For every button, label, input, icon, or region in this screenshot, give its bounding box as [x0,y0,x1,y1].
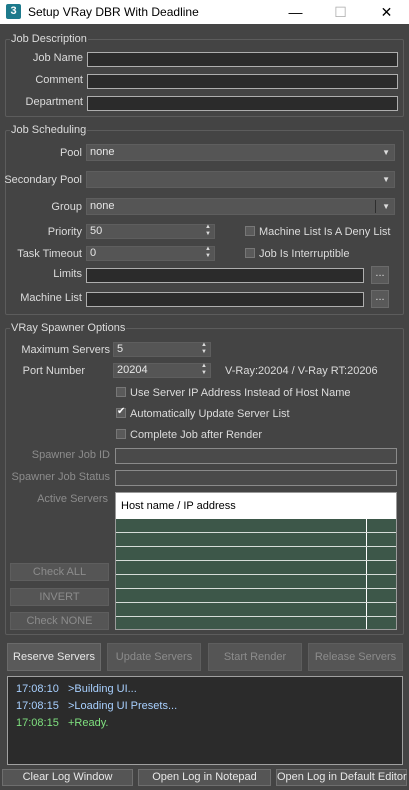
task-timeout-value: 0 [90,247,97,259]
chevron-down-icon: ▼ [382,202,390,211]
group-label: Group [51,201,82,213]
limits-browse-button[interactable]: ... [371,266,389,284]
priority-label: Priority [47,226,82,238]
machine-list-deny-label: Machine List Is A Deny List [259,226,391,238]
comment-input[interactable] [87,74,398,89]
complete-after-checkbox[interactable]: Complete Job after Render [116,429,262,441]
secondary-pool-dropdown[interactable]: ▼ [86,171,395,188]
port-info-text: V-Ray:20204 / V-Ray RT:20206 [225,365,378,377]
job-description-title: Job Description [10,33,88,45]
active-servers-table[interactable]: Host name / IP address [115,492,397,630]
release-servers-button[interactable]: Release Servers [308,643,403,671]
table-row[interactable] [116,546,396,547]
group-value: none [90,200,115,212]
auto-update-checkbox[interactable]: ✔ Automatically Update Server List [116,406,290,420]
open-log-editor-button[interactable]: Open Log in Default Editor [276,769,407,786]
title-bar: 3 Setup VRay DBR With Deadline — ☐ ✕ [0,0,409,24]
spawner-job-status-label: Spawner Job Status [11,471,110,483]
task-timeout-spinner[interactable]: 0 ▲ ▼ [86,246,215,261]
maximize-button[interactable]: ☐ [318,0,363,24]
task-timeout-label: Task Timeout [17,248,82,260]
spawner-job-id-input [115,448,397,464]
invert-button[interactable]: INVERT [10,588,109,606]
job-interruptible-checkbox[interactable]: Job Is Interruptible [245,248,350,260]
chevron-down-icon: ▼ [382,175,390,184]
app-logo-icon: 3 [6,4,21,19]
auto-update-label: Automatically Update Server List [130,408,290,420]
priority-spinner[interactable]: 50 ▲ ▼ [86,224,215,239]
limits-input[interactable] [86,268,364,283]
table-row[interactable] [116,574,396,575]
use-ip-checkbox[interactable]: Use Server IP Address Instead of Host Na… [116,387,351,399]
check-none-button[interactable]: Check NONE [10,612,109,630]
pool-dropdown[interactable]: none ▼ [86,144,395,161]
spinner-arrows-icon[interactable]: ▲ ▼ [205,246,211,260]
complete-after-label: Complete Job after Render [130,429,263,441]
window-title: Setup VRay DBR With Deadline [28,5,199,19]
check-all-button[interactable]: Check ALL [10,563,109,581]
open-log-notepad-button[interactable]: Open Log in Notepad [138,769,271,786]
machine-list-deny-checkbox[interactable]: Machine List Is A Deny List [245,226,390,238]
table-row[interactable] [116,532,396,533]
checkbox-box[interactable]: ✔ [116,406,126,418]
reserve-servers-button[interactable]: Reserve Servers [7,643,101,671]
port-number-label: Port Number [22,365,85,377]
table-header: Host name / IP address [116,493,396,519]
machine-list-label: Machine List [20,292,82,304]
log-line: 17:08:10 >Building UI... [16,683,137,695]
comment-label: Comment [35,74,83,86]
limits-label: Limits [53,268,82,280]
log-line: 17:08:15 +Ready. [16,717,109,729]
port-number-spinner[interactable]: 20204 ▲ ▼ [113,363,211,378]
spinner-arrows-icon[interactable]: ▲ ▼ [201,342,207,356]
checkbox-box[interactable] [116,387,126,397]
job-interruptible-label: Job Is Interruptible [259,248,350,260]
department-input[interactable] [87,96,398,111]
update-servers-button[interactable]: Update Servers [107,643,201,671]
spinner-arrows-icon[interactable]: ▲ ▼ [205,224,211,238]
active-servers-label: Active Servers [37,493,108,505]
host-column-header: Host name / IP address [121,500,236,512]
machine-list-input[interactable] [86,292,364,307]
column-divider [366,493,367,629]
machine-list-browse-button[interactable]: ... [371,290,389,308]
start-render-button[interactable]: Start Render [208,643,302,671]
table-row[interactable] [116,560,396,561]
department-label: Department [25,96,83,108]
spawner-options-title: VRay Spawner Options [10,322,127,334]
minimize-button[interactable]: — [273,0,318,24]
checkbox-box[interactable] [245,226,255,236]
log-line: 17:08:15 >Loading UI Presets... [16,700,178,712]
spawner-job-id-label: Spawner Job ID [31,449,110,461]
use-ip-label: Use Server IP Address Instead of Host Na… [130,387,351,399]
log-window[interactable]: 17:08:10 >Building UI... 17:08:15 >Loading… [7,676,403,765]
table-row[interactable] [116,588,396,589]
priority-value: 50 [90,225,103,237]
pool-value: none [90,146,115,158]
max-servers-value: 5 [117,343,124,355]
group-dropdown[interactable]: none ▼ [86,198,395,215]
port-number-value: 20204 [117,364,148,376]
job-name-label: Job Name [32,52,83,64]
checkbox-box[interactable] [116,429,126,439]
table-row[interactable] [116,602,396,603]
clear-log-button[interactable]: Clear Log Window [2,769,133,786]
table-row[interactable] [116,616,396,617]
chevron-down-icon: ▼ [382,148,390,157]
check-mark-icon: ✔ [117,406,126,417]
spawner-job-status-input [115,470,397,486]
max-servers-spinner[interactable]: 5 ▲ ▼ [113,342,211,357]
pool-label: Pool [59,147,82,159]
combo-separator [375,200,376,213]
max-servers-label: Maximum Servers [21,344,110,356]
secondary-pool-label: Secondary Pool [4,174,82,186]
close-button[interactable]: ✕ [364,0,409,24]
job-scheduling-title: Job Scheduling [10,124,88,136]
job-name-input[interactable] [87,52,398,67]
checkbox-box[interactable] [245,248,255,258]
spinner-arrows-icon[interactable]: ▲ ▼ [201,363,207,377]
